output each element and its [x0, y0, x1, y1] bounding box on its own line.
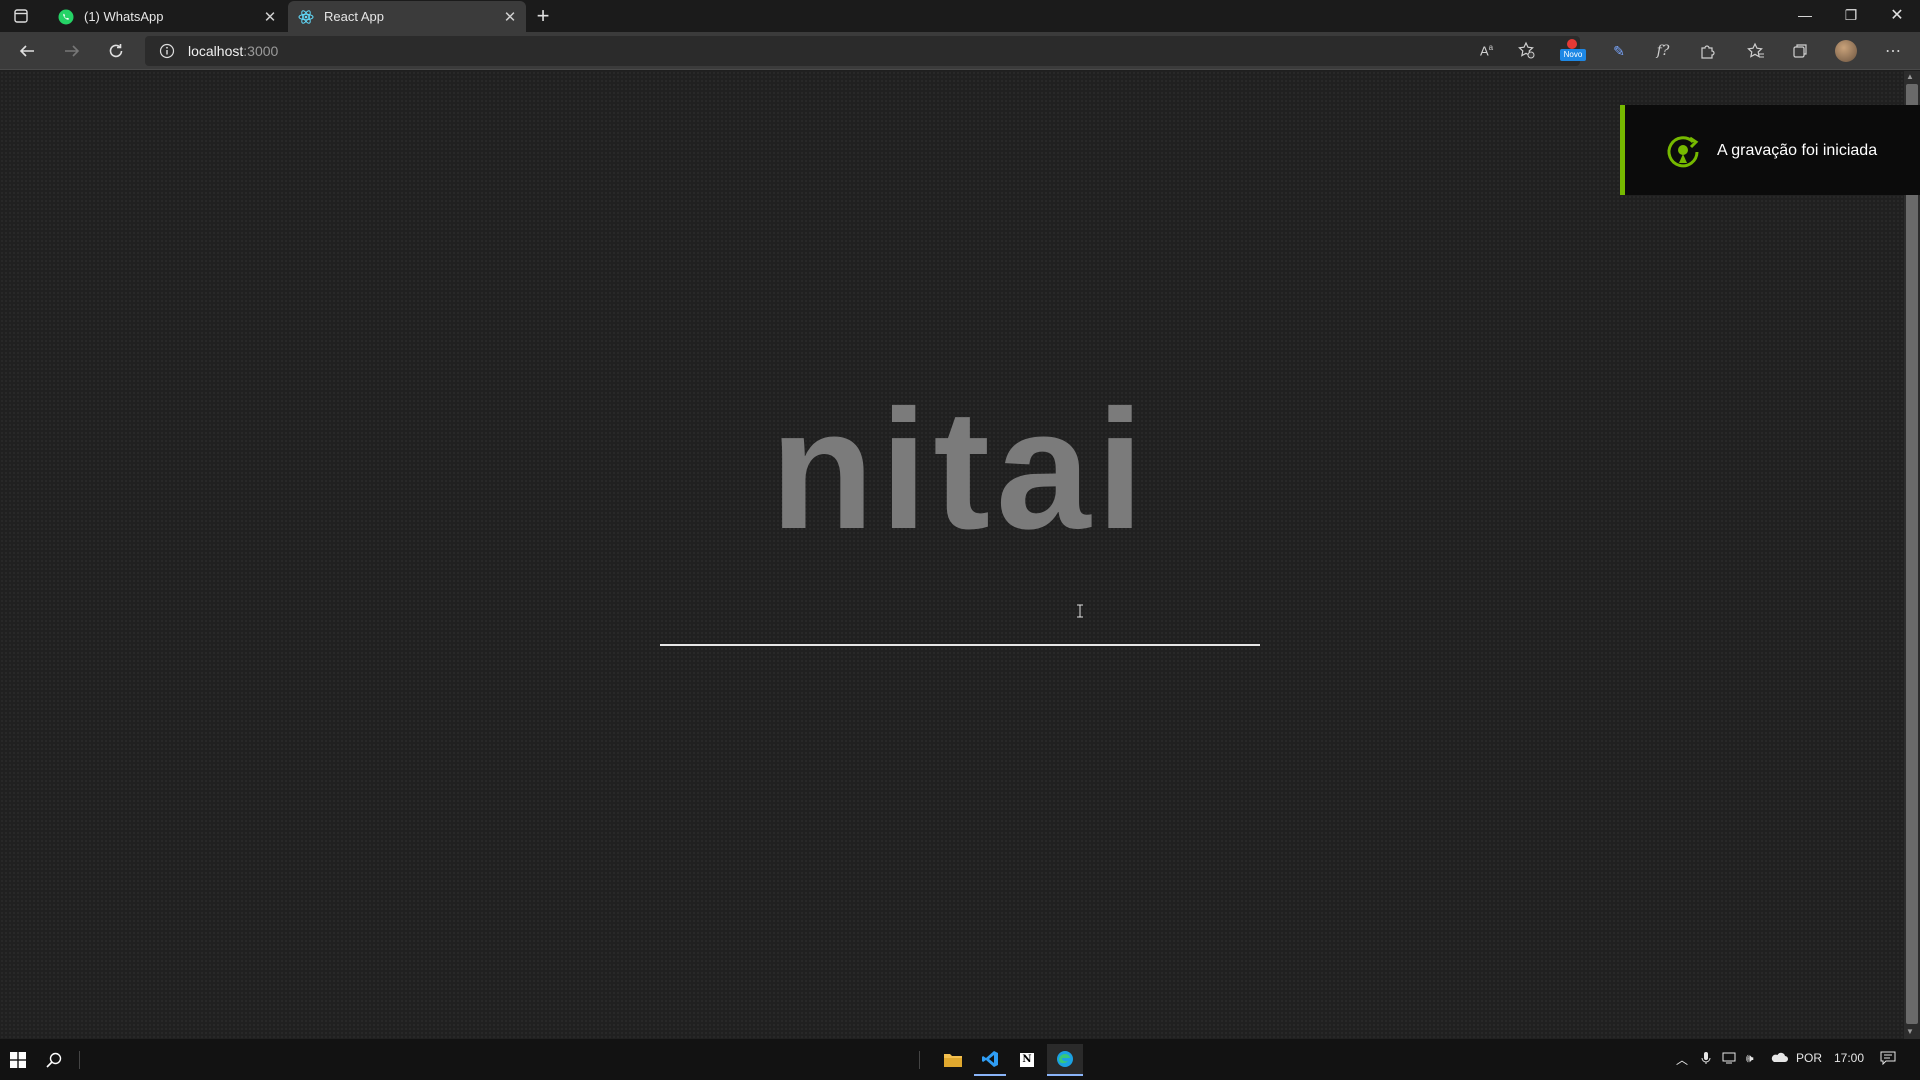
url-text: localhost:3000 [188, 43, 278, 59]
text-cursor-icon [1076, 604, 1084, 618]
taskbar-divider [79, 1051, 80, 1069]
title-bar: (1) WhatsApp ✕ React App ✕ + — ❐ ✕ [0, 0, 1920, 32]
search-icon[interactable] [38, 1044, 70, 1076]
add-favorite-icon[interactable] [1517, 41, 1535, 64]
vscode-icon[interactable] [974, 1044, 1006, 1076]
refresh-button[interactable] [101, 36, 131, 66]
volume-icon[interactable]: 🕪 [1746, 1051, 1754, 1066]
recording-icon [1663, 130, 1705, 175]
react-icon [298, 9, 314, 25]
window-close-icon[interactable]: ✕ [1874, 0, 1920, 30]
new-tab-button[interactable]: + [530, 3, 556, 29]
site-info-icon[interactable] [159, 43, 175, 64]
logo-underline [660, 644, 1260, 646]
extension-novo-icon[interactable]: Novo [1560, 38, 1586, 64]
start-windows-icon[interactable] [2, 1044, 34, 1076]
close-tab-icon[interactable]: ✕ [260, 8, 280, 26]
whatsapp-icon [58, 9, 74, 25]
notion-icon[interactable]: N [1011, 1044, 1043, 1076]
taskbar-divider [919, 1051, 920, 1069]
edge-browser-icon[interactable] [1047, 1044, 1083, 1076]
tab-whatsapp[interactable]: (1) WhatsApp ✕ [48, 1, 286, 32]
back-button[interactable] [12, 36, 42, 66]
network-icon[interactable] [1722, 1051, 1738, 1068]
input-language[interactable]: POR [1796, 1051, 1822, 1065]
novo-badge: Novo [1560, 49, 1586, 61]
pen-extension-icon[interactable]: ✎ [1606, 38, 1632, 64]
url-port: :3000 [243, 43, 279, 59]
clock-time[interactable]: 17:00 [1834, 1051, 1864, 1065]
read-aloud-icon[interactable]: Aa [1480, 43, 1493, 58]
browser-toolbar: localhost:3000 Aa Novo ✎ f? ⋯ [0, 32, 1920, 70]
formula-extension-icon[interactable]: f? [1650, 38, 1676, 64]
scroll-up-icon[interactable]: ▲ [1906, 72, 1914, 81]
restore-icon[interactable]: ❐ [1828, 0, 1874, 30]
file-explorer-icon[interactable] [937, 1044, 969, 1076]
taskbar: N ︿ 🕪 POR 17:00 [0, 1039, 1920, 1080]
tab-label: (1) WhatsApp [84, 9, 164, 24]
profile-avatar[interactable] [1833, 38, 1859, 64]
collections-icon[interactable] [1787, 38, 1813, 64]
address-bar[interactable]: localhost:3000 Aa [145, 36, 1580, 66]
forward-button[interactable] [57, 36, 87, 66]
scroll-down-icon[interactable]: ▼ [1906, 1027, 1914, 1036]
favorites-icon[interactable] [1743, 38, 1769, 64]
minimize-icon[interactable]: — [1782, 0, 1828, 30]
show-hidden-icons-icon[interactable]: ︿ [1676, 1051, 1688, 1068]
more-options-icon[interactable]: ⋯ [1880, 38, 1906, 64]
tab-label: React App [324, 9, 384, 24]
extensions-icon[interactable] [1694, 38, 1720, 64]
url-host: localhost [188, 43, 244, 59]
tab-react-app[interactable]: React App ✕ [288, 1, 526, 32]
recording-toast: A gravação foi iniciada [1620, 105, 1920, 195]
close-tab-icon[interactable]: ✕ [500, 8, 520, 26]
notifications-icon[interactable] [1880, 1051, 1896, 1068]
onedrive-icon[interactable] [1770, 1051, 1788, 1066]
logo-text: nitai [770, 375, 1150, 565]
tab-actions-icon[interactable] [12, 7, 30, 25]
microphone-icon[interactable] [1701, 1051, 1711, 1068]
scrollbar-thumb[interactable] [1906, 84, 1918, 1024]
toast-message: A gravação foi iniciada [1717, 142, 1878, 159]
